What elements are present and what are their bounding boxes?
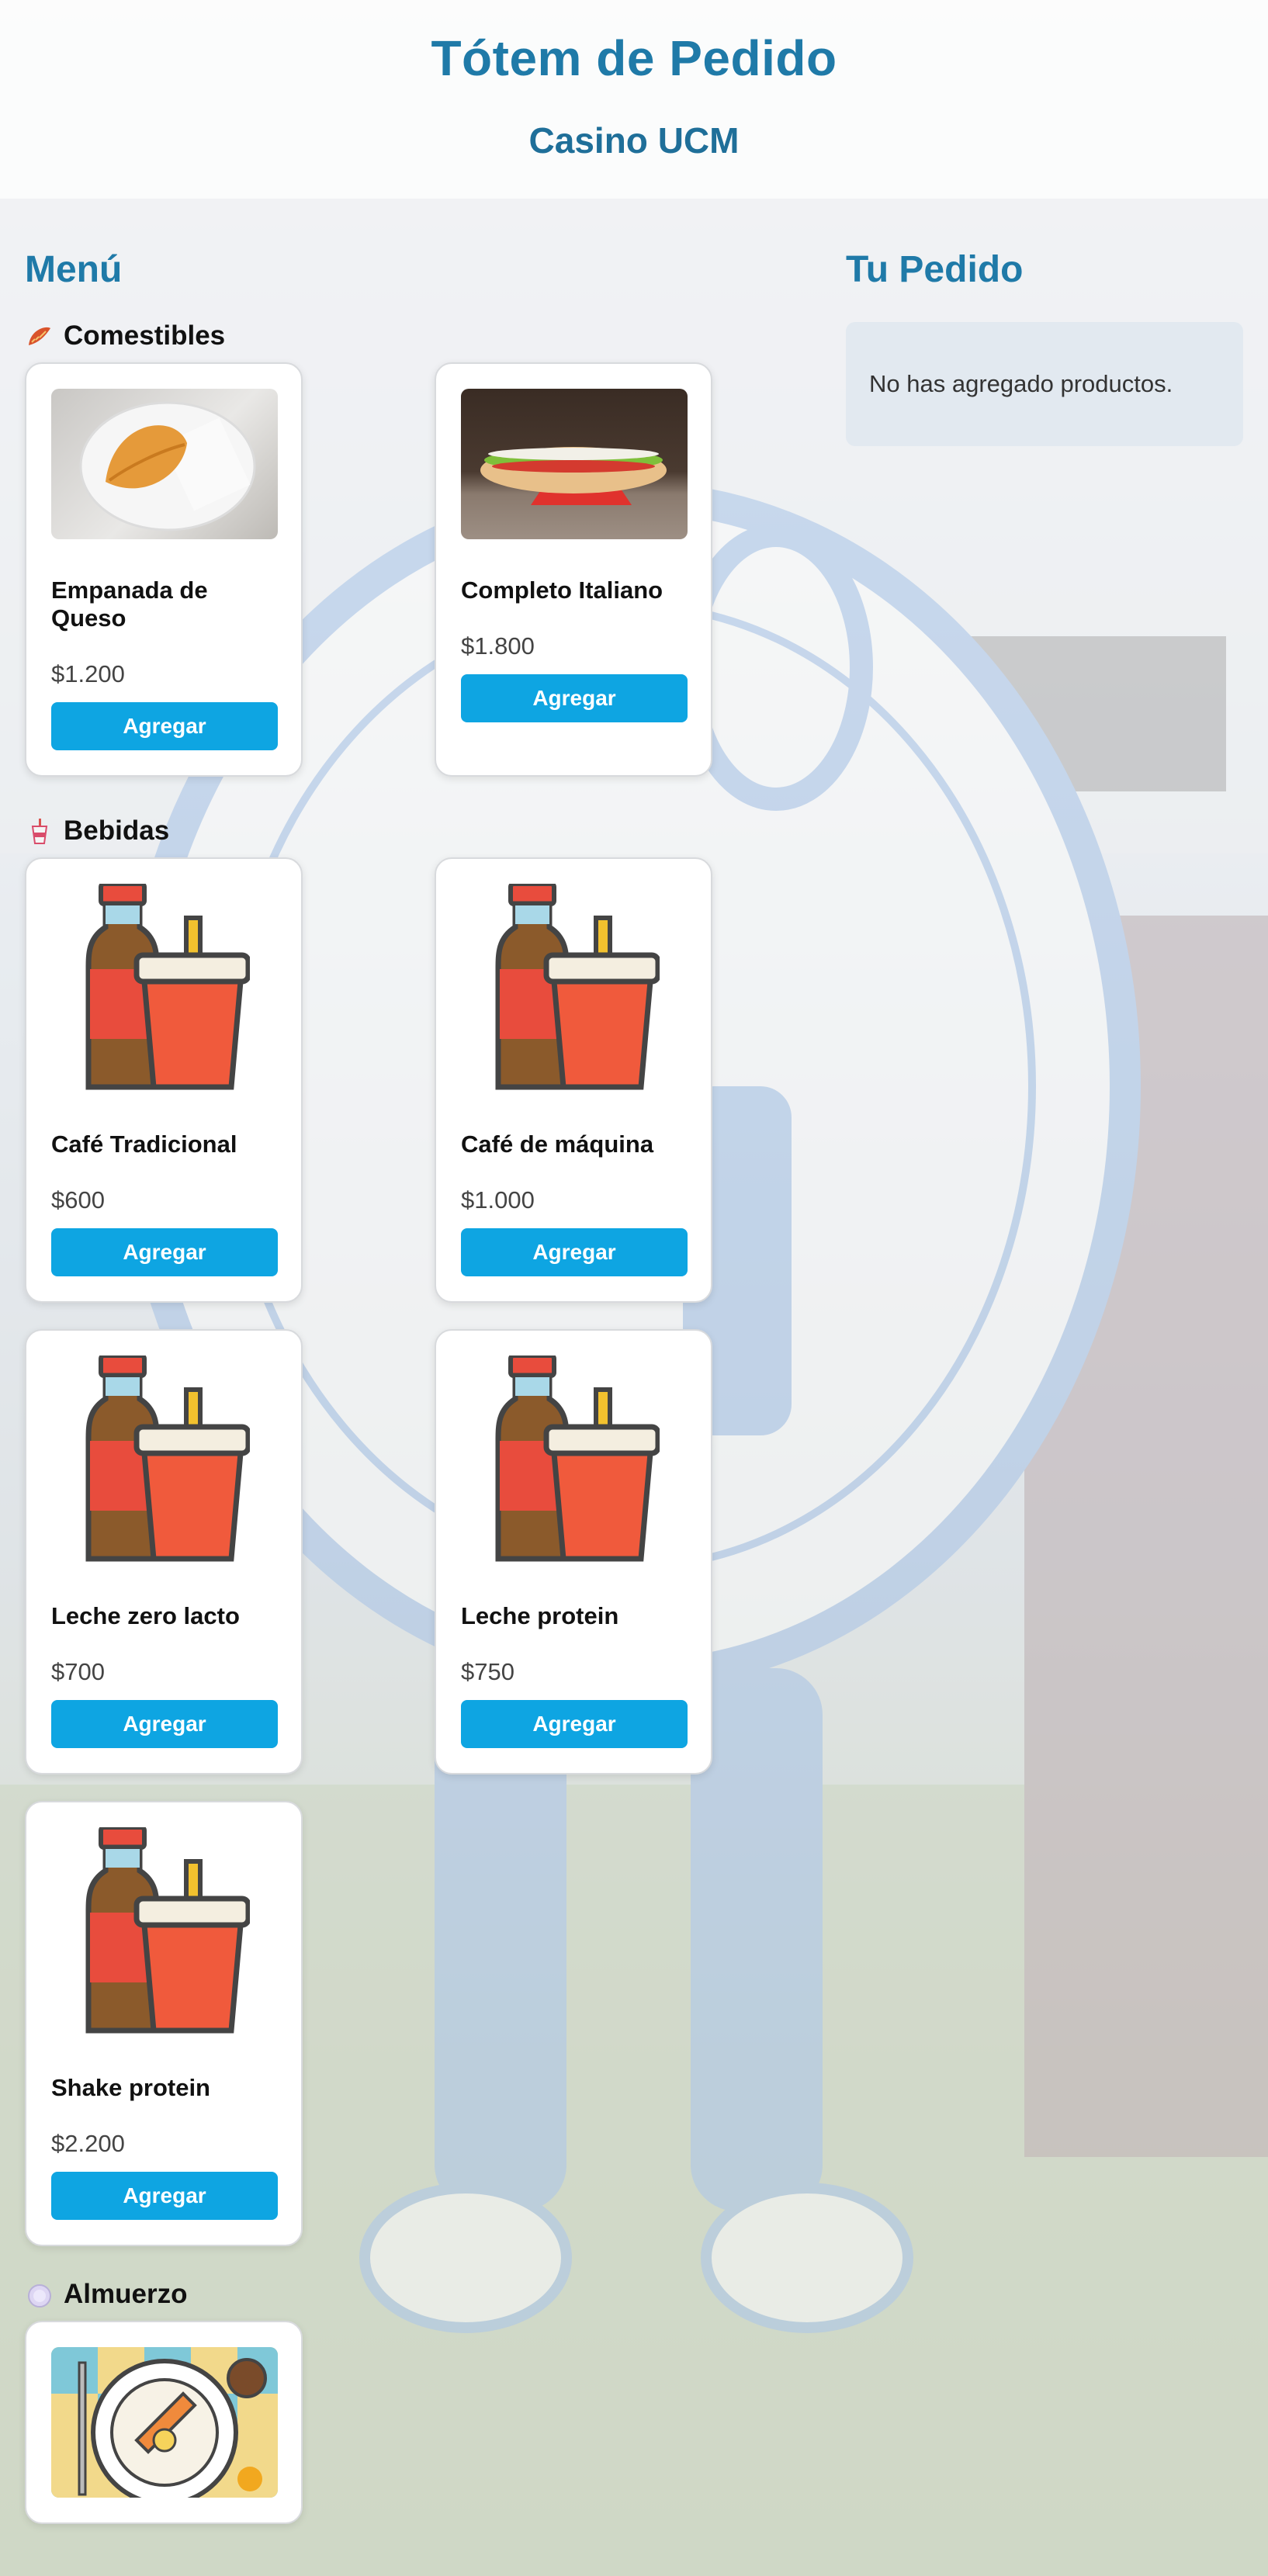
product-grid-bebidas: Café Tradicional $600 Agregar Café de má…	[25, 857, 809, 2246]
product-price: $750	[461, 1658, 514, 1685]
drinks-icon	[51, 1827, 278, 2037]
empanada-icon	[25, 321, 54, 351]
product-name: Leche protein	[461, 1602, 619, 1629]
category-label: Comestibles	[64, 320, 226, 351]
plate-icon	[25, 2280, 54, 2309]
product-grid-comestibles: Empanada de Queso $1.200 Agregar Complet…	[25, 362, 809, 777]
drinks-icon	[461, 884, 688, 1093]
category-header-almuerzo: Almuerzo	[25, 2276, 809, 2313]
drinks-icon	[461, 1356, 688, 1565]
add-to-order-button[interactable]: Agregar	[51, 1228, 278, 1276]
add-to-order-button[interactable]: Agregar	[51, 1700, 278, 1748]
product-card: Empanada de Queso $1.200 Agregar	[25, 362, 303, 777]
drink-icon	[25, 816, 54, 846]
menu-title: Menú	[25, 249, 123, 290]
product-card: Café Tradicional $600 Agregar	[25, 857, 303, 1303]
lunch-plate-icon	[51, 2347, 278, 2498]
product-card: Shake protein $2.200 Agregar	[25, 1801, 303, 2246]
product-name: Shake protein	[51, 2074, 210, 2101]
category-label: Almuerzo	[64, 2279, 188, 2309]
product-grid-almuerzo	[25, 2321, 809, 2524]
totem-page: Tótem de Pedido Casino UCM Menú Comestib…	[0, 0, 1268, 2576]
order-panel: Tu Pedido No has agregado productos.	[846, 248, 1243, 446]
product-card: Leche protein $750 Agregar	[435, 1329, 712, 1774]
product-price: $700	[51, 1658, 105, 1685]
drinks-icon	[51, 1356, 278, 1565]
category-label: Bebidas	[64, 815, 170, 846]
product-card	[25, 2321, 303, 2524]
product-price: $600	[51, 1186, 105, 1214]
product-name: Leche zero lacto	[51, 1602, 240, 1629]
menu-section: Menú Comestibles Empanada de Queso $1.20…	[25, 248, 809, 2524]
page-title: Tótem de Pedido	[431, 30, 837, 86]
drinks-icon	[51, 884, 278, 1093]
add-to-order-button[interactable]: Agregar	[461, 1228, 688, 1276]
page-header: Tótem de Pedido Casino UCM	[0, 0, 1268, 199]
add-to-order-button[interactable]: Agregar	[51, 702, 278, 750]
add-to-order-button[interactable]: Agregar	[461, 1700, 688, 1748]
category-header-bebidas: Bebidas	[25, 812, 809, 850]
add-to-order-button[interactable]: Agregar	[51, 2172, 278, 2220]
product-card: Leche zero lacto $700 Agregar	[25, 1329, 303, 1774]
empanada-photo	[51, 389, 278, 539]
order-title: Tu Pedido	[846, 249, 1024, 290]
product-price: $1.200	[51, 660, 125, 687]
product-name: Café Tradicional	[51, 1130, 237, 1158]
product-name: Café de máquina	[461, 1130, 654, 1158]
page-subtitle: Casino UCM	[528, 120, 740, 161]
add-to-order-button[interactable]: Agregar	[461, 674, 688, 722]
product-price: $1.800	[461, 632, 535, 660]
product-price: $1.000	[461, 1186, 535, 1214]
product-card: Café de máquina $1.000 Agregar	[435, 857, 712, 1303]
product-name: Empanada de Queso	[51, 576, 208, 632]
order-empty-message: No has agregado productos.	[846, 322, 1243, 446]
product-name: Completo Italiano	[461, 576, 663, 604]
product-price: $2.200	[51, 2130, 125, 2157]
hotdog-photo	[461, 389, 688, 539]
category-header-comestibles: Comestibles	[25, 317, 809, 355]
product-card: Completo Italiano $1.800 Agregar	[435, 362, 712, 777]
